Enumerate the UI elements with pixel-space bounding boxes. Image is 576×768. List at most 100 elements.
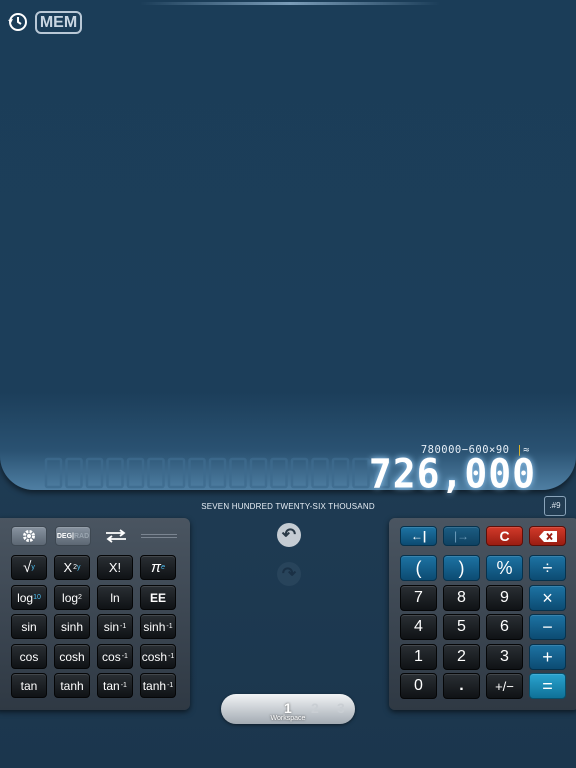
number-format-button[interactable]: .#9 — [544, 496, 566, 516]
divide-key[interactable]: ÷ — [529, 555, 566, 581]
top-divider — [140, 2, 440, 5]
settings-button[interactable] — [11, 526, 47, 546]
ee-key[interactable]: EE — [140, 585, 176, 610]
digit-1-key[interactable]: 1 — [400, 644, 437, 670]
digit-2-key[interactable]: 2 — [443, 644, 480, 670]
asin-label: sin — [103, 619, 120, 634]
backspace-icon — [538, 530, 557, 542]
backspace-key[interactable] — [529, 526, 566, 546]
ln-key[interactable]: ln — [97, 585, 133, 610]
workspace-3[interactable]: 3 — [337, 700, 345, 716]
ghost-digit — [167, 457, 186, 489]
digit-5-key[interactable]: 5 — [443, 614, 480, 640]
digit-9-key[interactable]: 9 — [486, 585, 523, 611]
panel-grip — [141, 534, 177, 538]
cursor-left-key[interactable]: ←| — [400, 526, 437, 546]
number-keypad: ←| |→ C ( ) % ÷ 7 8 9 × 4 5 6 − 1 2 3 + … — [389, 518, 576, 710]
log10-sub: 10 — [33, 594, 41, 601]
undo-button[interactable]: ↶ — [277, 523, 301, 547]
mem-button[interactable]: MEM — [35, 11, 82, 34]
multiply-key[interactable]: × — [529, 585, 566, 611]
power-key[interactable]: X2y — [54, 555, 90, 580]
sinh-key[interactable]: sinh — [54, 614, 90, 639]
ghost-digit — [229, 457, 247, 489]
digit-3-key[interactable]: 3 — [486, 644, 523, 670]
ghost-digit — [188, 457, 206, 489]
workspace-2[interactable]: 2 — [311, 700, 319, 716]
atan-key[interactable]: tan -1 — [97, 673, 133, 698]
digit-7-key[interactable]: 7 — [400, 585, 437, 611]
log10-label: log — [17, 590, 34, 605]
result-value[interactable]: 726,000 — [369, 451, 536, 497]
cos-key[interactable]: cos — [11, 644, 47, 669]
acosh-key[interactable]: cosh -1 — [140, 644, 176, 669]
digit-4-key[interactable]: 4 — [400, 614, 437, 640]
cursor-right-key[interactable]: |→ — [443, 526, 480, 546]
log2-sub: 2 — [78, 594, 82, 601]
workspace-label: Workspace — [270, 715, 306, 722]
workspace-switcher[interactable]: 1 2 3 Workspace — [221, 694, 355, 724]
ghost-digit — [352, 457, 370, 489]
ghost-digit — [65, 457, 83, 489]
rad-label: RAD — [73, 532, 90, 540]
atanh-sup: -1 — [167, 682, 174, 689]
percent-key[interactable]: % — [486, 555, 523, 581]
sin-key[interactable]: sin — [11, 614, 47, 639]
acosh-label: cosh — [141, 649, 168, 664]
swap-panels-icon — [106, 529, 126, 543]
scientific-keypad: DEG | RAD √ y X2y X! πe log 10 log 2 ln EE si… — [0, 518, 190, 710]
acos-label: cos — [102, 649, 121, 664]
log2-key[interactable]: log 2 — [54, 585, 90, 610]
clear-key[interactable]: C — [486, 526, 523, 546]
tan-key[interactable]: tan — [11, 673, 47, 698]
swap-panels-button[interactable] — [98, 526, 134, 546]
close-paren-key[interactable]: ) — [443, 555, 480, 581]
ghost-digit — [249, 457, 268, 489]
acosh-sup: -1 — [168, 653, 175, 660]
ghost-digit — [290, 457, 309, 489]
ghost-digit — [311, 457, 329, 489]
acos-key[interactable]: cos -1 — [97, 644, 133, 669]
tanh-key[interactable]: tanh — [54, 673, 90, 698]
gear-icon — [23, 530, 35, 542]
ghost-digit — [208, 457, 227, 489]
digit-0-key[interactable]: 0 — [400, 673, 437, 699]
atanh-label: tanh — [142, 678, 167, 693]
sqrt-key[interactable]: √ y — [11, 555, 47, 580]
decimal-key[interactable]: . — [443, 673, 480, 699]
asin-key[interactable]: sin -1 — [97, 614, 133, 639]
add-key[interactable]: + — [529, 644, 566, 670]
deg-label: DEG — [56, 532, 73, 540]
ghost-digit — [331, 457, 350, 489]
pi-key[interactable]: πe — [140, 555, 176, 580]
calculator-app: MEM 780000−600×90 |≈ 726,000 SEVEN HUNDR… — [0, 0, 576, 768]
subtract-key[interactable]: − — [529, 614, 566, 640]
equals-key[interactable]: = — [529, 673, 566, 699]
atanh-key[interactable]: tanh -1 — [140, 673, 176, 698]
log10-key[interactable]: log 10 — [11, 585, 47, 610]
result-in-words: SEVEN HUNDRED TWENTY-SIX THOUSAND — [201, 502, 375, 511]
history-clock-icon[interactable] — [7, 11, 29, 33]
acos-sup: -1 — [121, 653, 128, 660]
asinh-label: sinh — [143, 619, 166, 634]
open-paren-key[interactable]: ( — [400, 555, 437, 581]
workspace-1[interactable]: 1 — [284, 700, 292, 716]
atan-sup: -1 — [120, 682, 127, 689]
log2-label: log — [62, 590, 79, 605]
asinh-key[interactable]: sinh -1 — [140, 614, 176, 639]
redo-button[interactable]: ↷ — [277, 562, 301, 586]
redo-icon: ↷ — [281, 564, 297, 583]
atan-label: tan — [103, 678, 120, 693]
factorial-key[interactable]: X! — [97, 555, 133, 580]
digit-8-key[interactable]: 8 — [443, 585, 480, 611]
cosh-key[interactable]: cosh — [54, 644, 90, 669]
digit-6-key[interactable]: 6 — [486, 614, 523, 640]
ghost-digit — [126, 457, 145, 489]
ghost-digit — [147, 457, 165, 489]
ghost-digit — [270, 457, 288, 489]
deg-rad-toggle[interactable]: DEG | RAD — [55, 526, 91, 546]
negate-key[interactable]: +/− — [486, 673, 523, 699]
pi-symbol: π — [151, 559, 162, 576]
display-area: MEM 780000−600×90 |≈ 726,000 — [0, 0, 576, 497]
asin-sup: -1 — [120, 623, 127, 630]
